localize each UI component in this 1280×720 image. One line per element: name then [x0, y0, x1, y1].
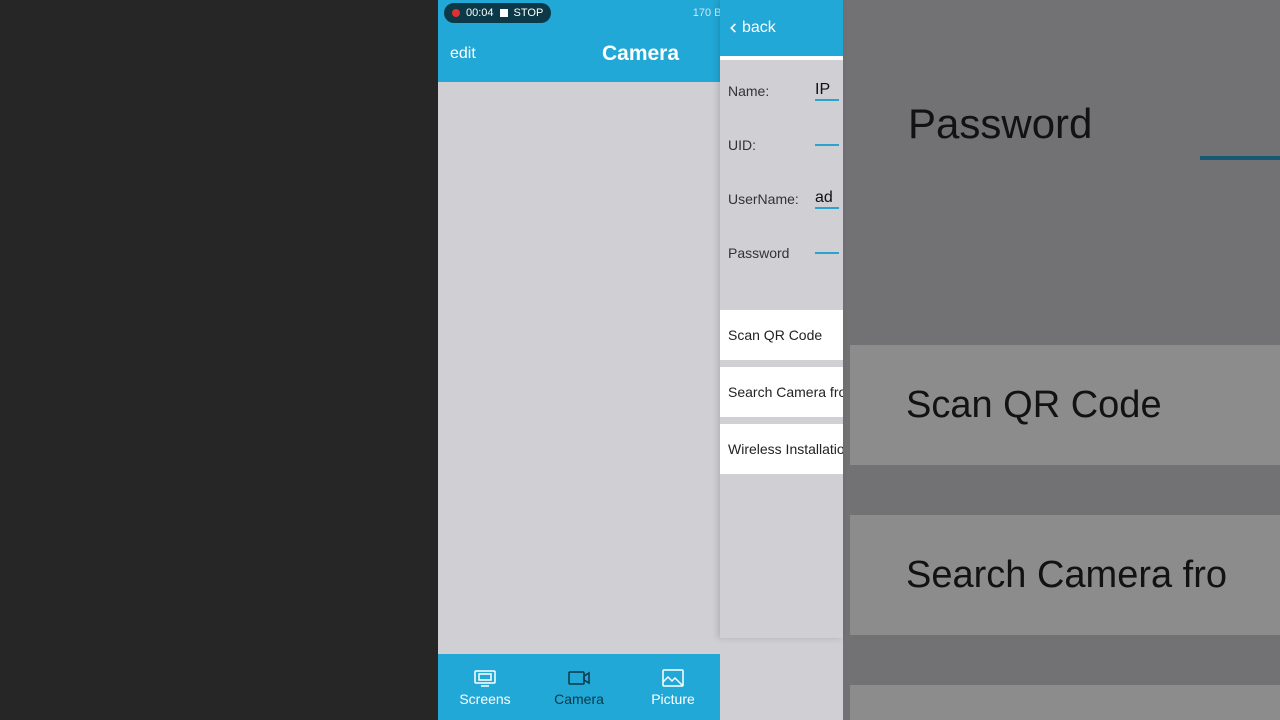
tab-picture-label: Picture [651, 691, 695, 707]
tab-camera-label: Camera [554, 691, 604, 707]
zoom-search-item: Search Camera fro [850, 515, 1280, 635]
uid-field[interactable] [815, 144, 839, 146]
name-label: Name: [728, 83, 769, 99]
tab-camera[interactable]: Camera [532, 654, 626, 720]
chevron-left-icon [726, 21, 740, 35]
panel-menu: Scan QR Code Search Camera fro Wireless … [720, 310, 843, 474]
row-password: Password [720, 226, 843, 280]
phone-frame: 00:04 STOP 170 B/s ⏰ 📶 10:37 edit Camera [438, 0, 843, 720]
row-uid: UID: [720, 118, 843, 172]
stop-label: STOP [514, 7, 544, 19]
tab-screens[interactable]: Screens [438, 654, 532, 720]
record-time: 00:04 [466, 7, 494, 19]
password-label: Password [728, 245, 789, 261]
record-dot-icon [452, 9, 460, 17]
screens-icon [473, 668, 497, 688]
menu-search-lan[interactable]: Search Camera fro [720, 367, 843, 417]
add-camera-panel: back Name: IP UID: UserName: ad Password [720, 0, 843, 638]
row-username: UserName: ad [720, 172, 843, 226]
zoom-scan-item: Scan QR Code [850, 345, 1280, 465]
bottom-tab-bar: Screens Camera Picture [438, 654, 720, 720]
picture-icon [661, 668, 685, 688]
back-label: back [742, 19, 776, 37]
panel-form: Name: IP UID: UserName: ad Password [720, 60, 843, 280]
username-label: UserName: [728, 191, 799, 207]
stage: Password Scan QR Code Search Camera fro … [0, 0, 1280, 720]
username-field[interactable]: ad [815, 189, 839, 209]
back-button[interactable]: back [720, 0, 843, 56]
stop-icon [500, 9, 508, 17]
tab-picture[interactable]: Picture [626, 654, 720, 720]
uid-label: UID: [728, 137, 756, 153]
menu-scan-qr[interactable]: Scan QR Code [720, 310, 843, 360]
screen-record-pill[interactable]: 00:04 STOP [444, 3, 551, 23]
menu-wireless-install[interactable]: Wireless Installatio [720, 424, 843, 474]
zoom-password-underline [1200, 110, 1280, 160]
camera-icon [567, 668, 591, 688]
zoom-password-label: Password [908, 100, 1092, 148]
password-field[interactable] [815, 252, 839, 254]
tab-screens-label: Screens [459, 691, 510, 707]
row-name: Name: IP [720, 64, 843, 118]
name-field[interactable]: IP [815, 81, 839, 101]
zoom-wireless-item [850, 685, 1280, 720]
zoom-background: Password Scan QR Code Search Camera fro [840, 0, 1280, 720]
